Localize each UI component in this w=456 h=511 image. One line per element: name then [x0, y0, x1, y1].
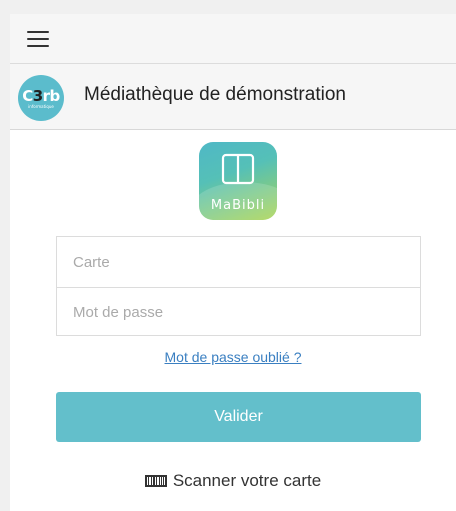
- mabibli-app-logo: MaBibli: [199, 142, 277, 220]
- scan-card-label: Scanner votre carte: [172, 471, 322, 490]
- app-name: MaBibli: [210, 198, 266, 213]
- scan-card-button[interactable]: Scanner votre carte: [10, 471, 456, 491]
- c3rb-logo: C3rb informatique: [18, 75, 64, 121]
- top-bar: [10, 14, 456, 64]
- validate-button[interactable]: Valider: [56, 392, 421, 442]
- app-frame: C3rb informatique Médiathèque de démonst…: [10, 14, 456, 511]
- forgot-password-link[interactable]: Mot de passe oublié ?: [10, 349, 456, 365]
- open-book-icon: [221, 153, 255, 185]
- barcode-icon: [144, 475, 167, 487]
- password-input[interactable]: [57, 287, 420, 337]
- card-number-input[interactable]: [57, 237, 420, 287]
- library-name: Médiathèque de démonstration: [84, 84, 346, 105]
- hamburger-menu-icon[interactable]: [27, 31, 49, 48]
- library-header: C3rb informatique Médiathèque de démonst…: [10, 64, 456, 130]
- login-form: [56, 236, 421, 337]
